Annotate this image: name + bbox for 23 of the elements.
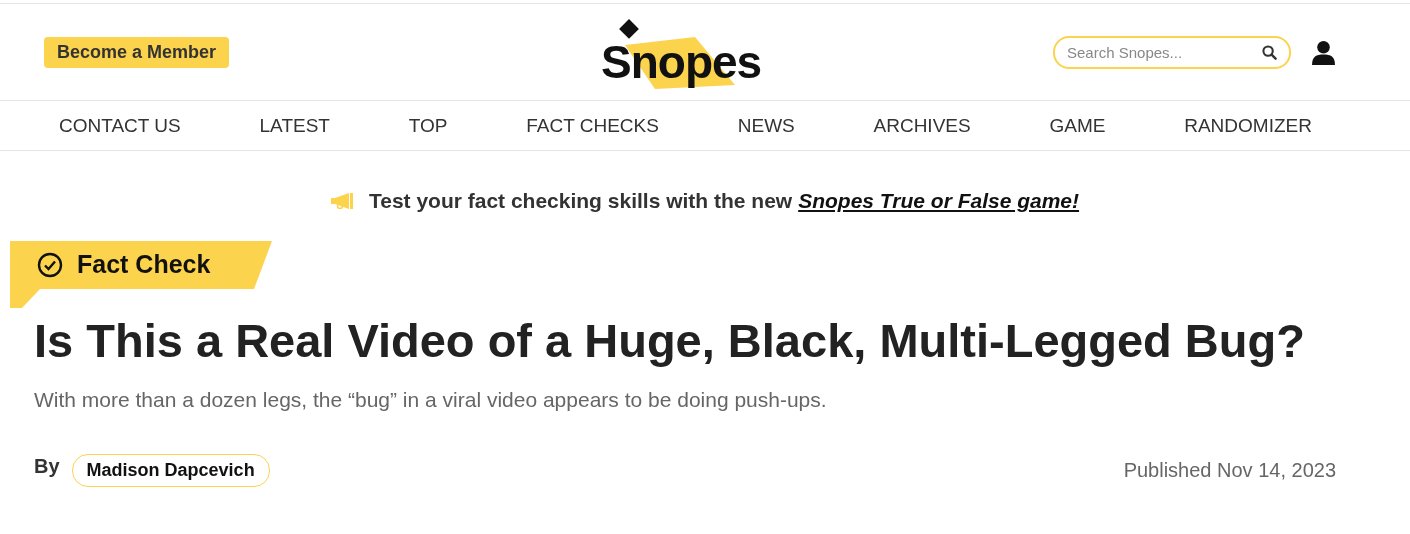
search-field[interactable]: Search Snopes... bbox=[1053, 35, 1291, 69]
nav-link[interactable]: GAME bbox=[1049, 114, 1106, 137]
author-link[interactable]: Madison Dapcevich bbox=[71, 454, 270, 487]
promo-text: Test your fact checking skills with the new bbox=[368, 189, 793, 213]
game-link[interactable]: Snopes True or False game! bbox=[798, 189, 1080, 213]
published-date: Published Nov 14, 2023 bbox=[1123, 459, 1336, 482]
article-title: Is This a Real Video of a Huge, Black, Multi-Legged Bug? bbox=[34, 313, 1306, 368]
nav-link[interactable]: TOP bbox=[408, 114, 448, 137]
snopes-logo[interactable]: Snopes bbox=[595, 7, 765, 97]
user-icon[interactable] bbox=[1311, 39, 1336, 65]
by-label: By bbox=[34, 455, 60, 478]
nav-link[interactable]: RANDOMIZER bbox=[1184, 114, 1312, 137]
nav-link[interactable]: NEWS bbox=[737, 114, 795, 137]
nav-link[interactable]: LATEST bbox=[259, 114, 330, 137]
nav-link[interactable]: FACT CHECKS bbox=[526, 114, 659, 137]
nav-link[interactable]: ARCHIVES bbox=[873, 114, 971, 137]
check-circle-icon bbox=[37, 251, 63, 278]
search-icon[interactable] bbox=[1262, 44, 1277, 60]
nav-link[interactable]: CONTACT US bbox=[59, 114, 181, 137]
become-member-button[interactable]: Become a Member bbox=[44, 36, 230, 68]
fact-check-label: Fact Check bbox=[77, 250, 211, 279]
megaphone-icon bbox=[330, 192, 355, 210]
article-subtitle: With more than a dozen legs, the “bug” in a viral video appears to be doing push-ups. bbox=[34, 388, 828, 412]
